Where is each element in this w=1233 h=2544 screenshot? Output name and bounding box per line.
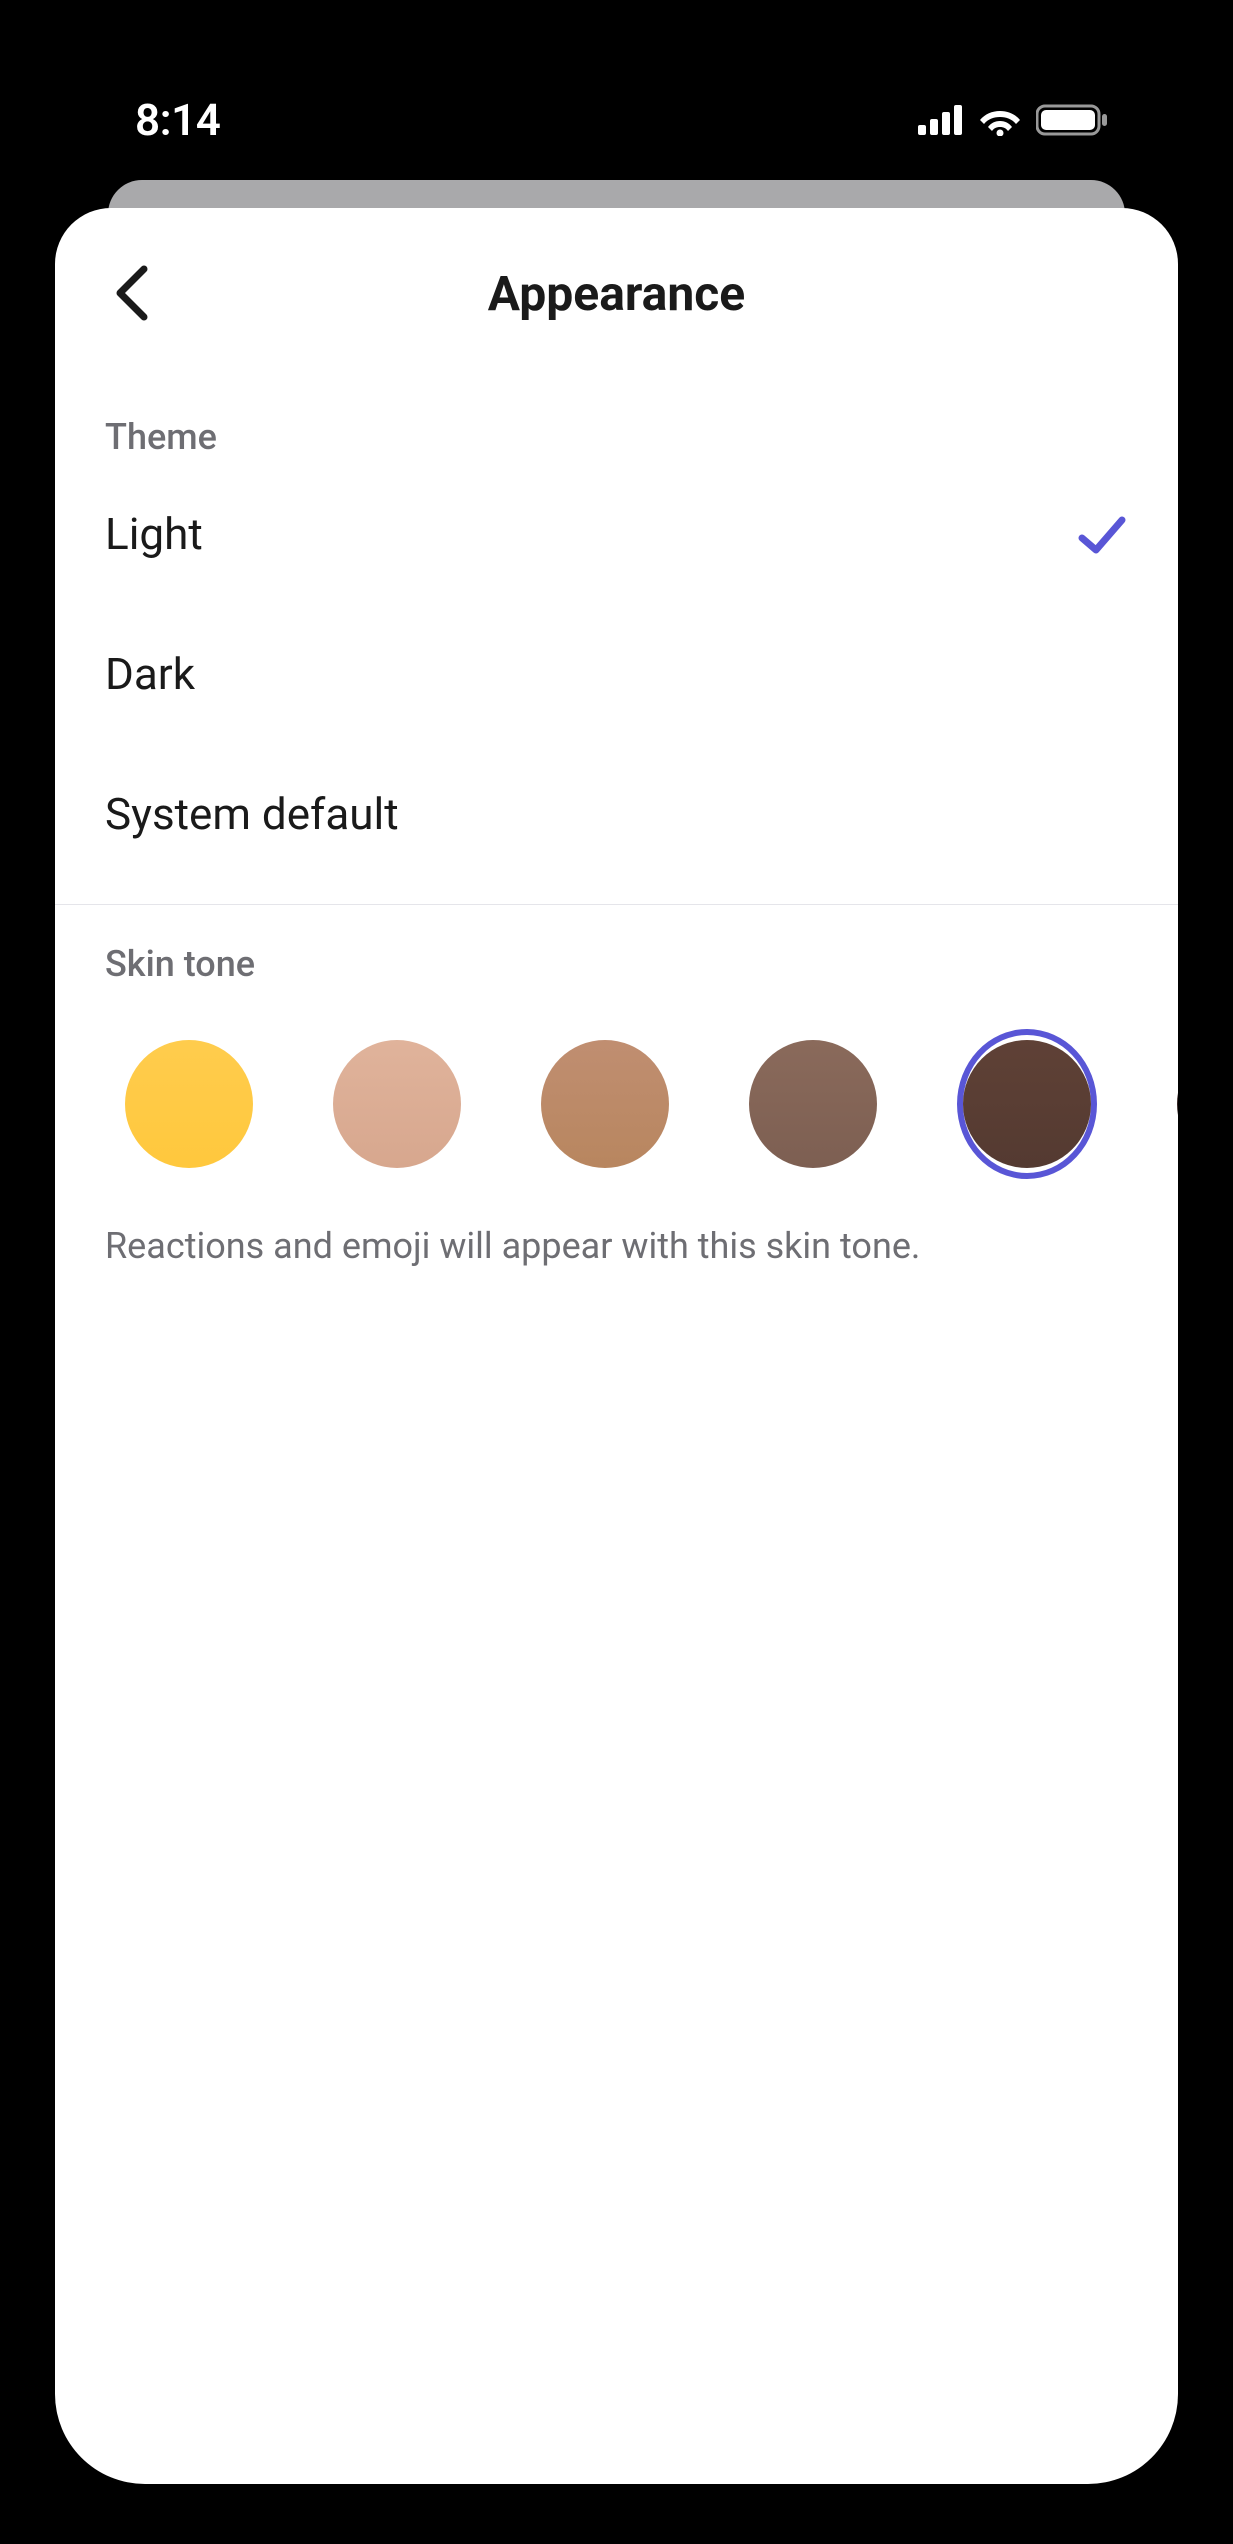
skin-tone-swatch[interactable] (749, 1029, 877, 1179)
skin-tone-swatch[interactable] (957, 1029, 1097, 1179)
theme-option[interactable]: System default (105, 744, 1128, 884)
theme-section-header: Theme (105, 378, 1128, 464)
skin-tone-color (541, 1040, 669, 1168)
skin-tone-color (963, 1040, 1091, 1168)
skin-tone-row (105, 991, 1128, 1179)
theme-section: Theme Light Dark System default (55, 378, 1178, 884)
check-icon (1076, 508, 1128, 560)
theme-list: Light Dark System default (105, 464, 1128, 884)
theme-option-label: Dark (105, 648, 195, 700)
cellular-signal-icon (918, 105, 964, 135)
skin-tone-swatch[interactable] (125, 1029, 253, 1179)
theme-option[interactable]: Dark (105, 604, 1128, 744)
wifi-icon (978, 104, 1022, 136)
skin-tone-color (749, 1040, 877, 1168)
skin-tone-color (1177, 1040, 1178, 1168)
skin-tone-color (333, 1040, 461, 1168)
header: Appearance (55, 208, 1178, 378)
status-bar: 8:14 (55, 60, 1178, 180)
theme-option-label: System default (105, 788, 399, 840)
skin-tone-section: Skin tone Reactions and emoji will appea… (55, 905, 1178, 1267)
status-indicators (918, 104, 1108, 136)
skin-tone-description: Reactions and emoji will appear with thi… (105, 1179, 1128, 1267)
settings-sheet: Appearance Theme Light Dark System default… (55, 208, 1178, 2484)
back-button[interactable] (101, 263, 161, 323)
skin-tone-color (125, 1040, 253, 1168)
theme-option[interactable]: Light (105, 464, 1128, 604)
skin-tone-swatch[interactable] (1177, 1029, 1178, 1179)
skin-tone-swatch[interactable] (333, 1029, 461, 1179)
page-title: Appearance (488, 265, 745, 322)
skin-tone-section-header: Skin tone (105, 905, 1128, 991)
skin-tone-swatch[interactable] (541, 1029, 669, 1179)
status-time: 8:14 (135, 94, 220, 146)
chevron-left-icon (114, 265, 148, 321)
theme-option-label: Light (105, 508, 203, 560)
battery-icon (1036, 104, 1108, 136)
